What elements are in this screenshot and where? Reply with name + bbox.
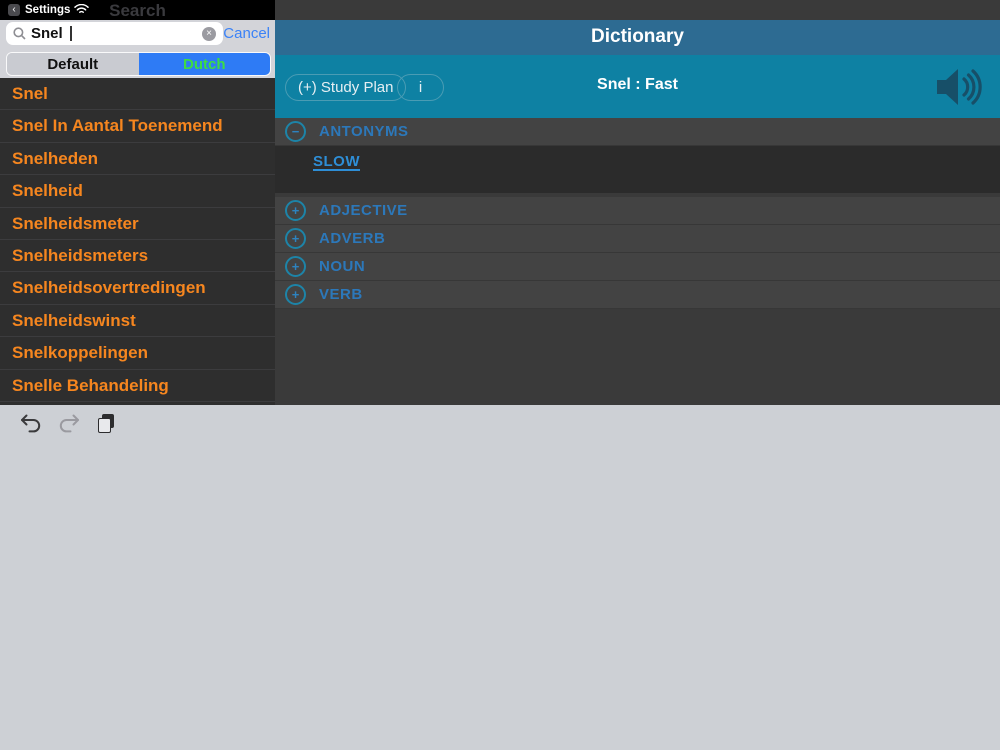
section-label: ADVERB (319, 230, 385, 247)
segment-default[interactable]: Default (7, 53, 139, 75)
section-verb[interactable]: + VERB (275, 281, 1000, 309)
search-field[interactable]: × (6, 22, 223, 45)
search-icon (13, 27, 26, 40)
related-word-link[interactable]: SLOW (313, 153, 360, 170)
info-button[interactable]: i (397, 74, 444, 101)
keyboard-toolbar (0, 405, 1000, 443)
segment-dutch[interactable]: Dutch (139, 53, 271, 75)
word-list-item[interactable]: Snelheidsmeters (0, 240, 275, 272)
section-adjective[interactable]: + ADJECTIVE (275, 197, 1000, 225)
expand-icon: + (285, 200, 306, 221)
search-input[interactable] (31, 22, 191, 45)
entry-header: (+) Study Plan i Snel : Fast (275, 55, 1000, 118)
speaker-icon[interactable] (934, 66, 988, 108)
cancel-button[interactable]: Cancel (223, 25, 270, 42)
sidebar: × Cancel Default Dutch SnelSnel In Aanta… (0, 20, 275, 405)
word-list-item[interactable]: Snelheid (0, 175, 275, 207)
text-caret (70, 26, 72, 41)
study-plan-button[interactable]: (+) Study Plan (285, 74, 406, 101)
section-label: ADJECTIVE (319, 202, 408, 219)
language-segmented-control: Default Dutch (6, 52, 271, 76)
main-panel: Dictionary (+) Study Plan i Snel : Fast … (275, 0, 1000, 405)
search-area: × Cancel Default Dutch (0, 20, 275, 78)
nav-bar-title: Dictionary (275, 20, 1000, 55)
word-list-item[interactable]: Snelheidsmeter (0, 208, 275, 240)
clear-search-icon[interactable]: × (202, 27, 216, 41)
word-list-item[interactable]: Snel (0, 78, 275, 110)
word-list-item[interactable]: Snelheden (0, 143, 275, 175)
word-list-item[interactable]: Snelheidsovertredingen (0, 272, 275, 304)
section-adverb[interactable]: + ADVERB (275, 225, 1000, 253)
section-items: SLOW (275, 146, 1000, 193)
section-label: VERB (319, 286, 363, 303)
word-list-item[interactable]: Snelkoppelingen (0, 337, 275, 369)
expand-icon: + (285, 284, 306, 305)
word-list-item[interactable]: Snelle Behandeling (0, 370, 275, 402)
keyboard: ±§!1@2#3$4%5^6&7*8(9)0–-+=qwertyuiop{[}]… (0, 405, 1000, 750)
undo-icon[interactable] (20, 414, 42, 433)
back-to-settings-label[interactable]: Settings (25, 4, 70, 16)
word-list-item[interactable]: Snelheidswinst (0, 305, 275, 337)
expand-icon: + (285, 228, 306, 249)
back-to-settings-icon[interactable]: ‹ (8, 4, 20, 16)
word-list: SnelSnel In Aantal ToenemendSnelhedenSne… (0, 78, 275, 405)
section-label: ANTONYMS (319, 123, 409, 140)
section-noun[interactable]: + NOUN (275, 253, 1000, 281)
section-label: NOUN (319, 258, 365, 275)
paste-icon[interactable] (98, 414, 116, 434)
word-list-item[interactable]: Snel In Aantal Toenemend (0, 110, 275, 142)
redo-icon[interactable] (58, 414, 80, 433)
status-bar-left: Search ‹ Settings (0, 0, 275, 20)
collapse-icon: − (285, 121, 306, 142)
section-antonyms[interactable]: −ANTONYMS (275, 118, 1000, 146)
expand-icon: + (285, 256, 306, 277)
wifi-icon (74, 4, 89, 15)
sections: −ANTONYMS SLOW + ADJECTIVE + ADVERB + NOUN + VERB (275, 118, 1000, 309)
dictionary-app-screen: Search ‹ Settings 12:51 PM 100% Dictiona… (0, 0, 1000, 750)
